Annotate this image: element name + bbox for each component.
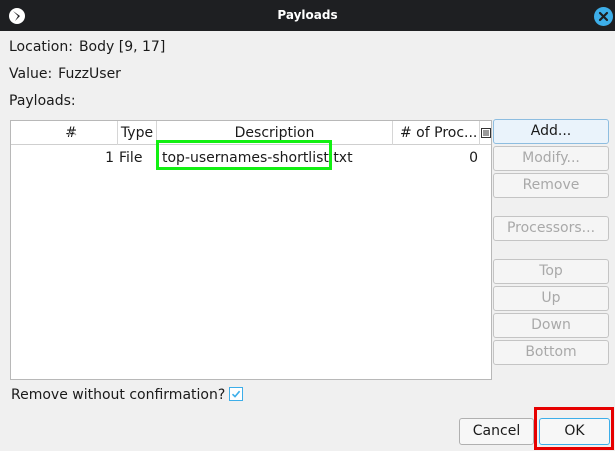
description-highlight-box [156, 140, 332, 170]
row-number: 1 [105, 150, 114, 166]
top-button[interactable]: Top [493, 259, 609, 284]
processors-button[interactable]: Processors... [493, 216, 609, 241]
location-label: Location: [9, 39, 73, 55]
row-processors: 0 [469, 150, 478, 166]
title-bar: Payloads [0, 0, 615, 31]
cancel-button[interactable]: Cancel [459, 418, 534, 445]
down-button[interactable]: Down [493, 313, 609, 338]
remove-confirm-label: Remove without confirmation? [11, 387, 226, 403]
add-button[interactable]: Add... [493, 119, 609, 144]
modify-button[interactable]: Modify... [493, 146, 609, 171]
column-header-number[interactable]: # [11, 121, 118, 145]
remove-button[interactable]: Remove [493, 173, 609, 198]
column-chooser-button[interactable] [480, 121, 492, 145]
column-header-type[interactable]: Type [118, 121, 157, 145]
up-button[interactable]: Up [493, 286, 609, 311]
value-value: FuzzUser [58, 66, 121, 82]
location-row: Location: Body [9, 17] [9, 39, 165, 55]
column-header-processors[interactable]: # of Proc... [393, 121, 480, 145]
row-type: File [119, 150, 143, 166]
bottom-button[interactable]: Bottom [493, 340, 609, 365]
remove-confirm-checkbox[interactable] [229, 387, 243, 401]
ok-highlight-box [534, 407, 614, 450]
close-icon [598, 11, 609, 22]
payloads-label: Payloads: [9, 93, 76, 109]
value-row: Value: FuzzUser [9, 66, 121, 82]
location-value: Body [9, 17] [78, 39, 166, 55]
column-chooser-icon [481, 128, 491, 138]
checkmark-icon [231, 390, 241, 398]
window-title: Payloads [277, 8, 338, 22]
close-button[interactable] [594, 7, 613, 26]
value-label: Value: [9, 66, 53, 82]
